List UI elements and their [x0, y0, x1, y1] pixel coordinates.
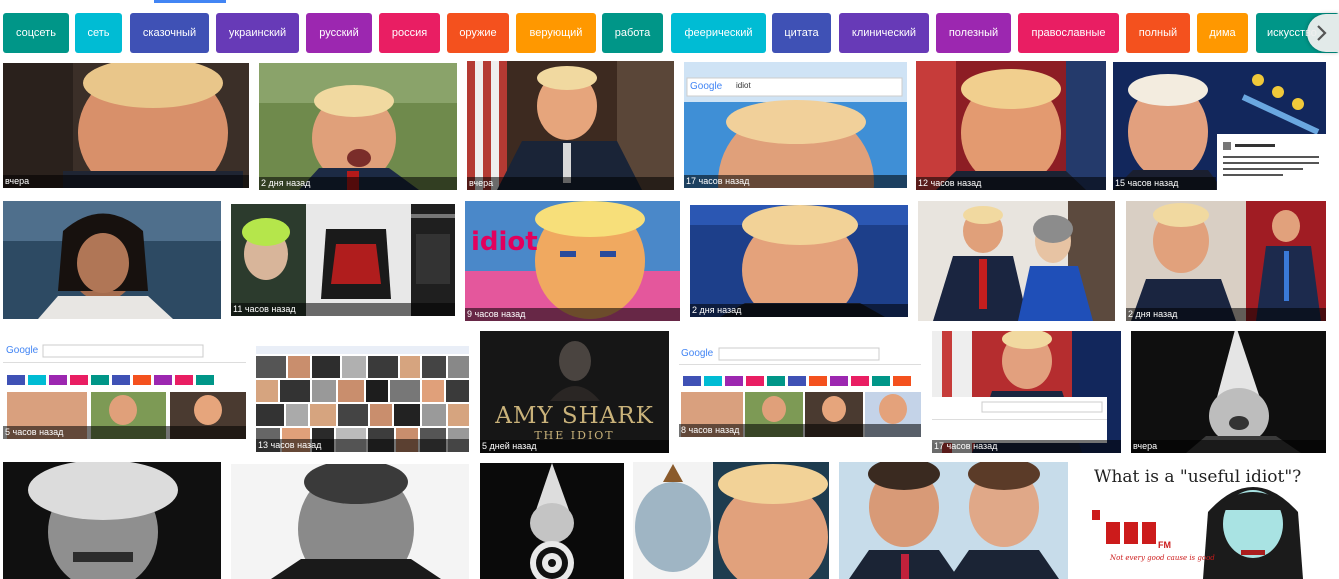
portrait-pair-thumbnail	[918, 201, 1115, 321]
image-result[interactable]	[3, 201, 221, 319]
image-result[interactable]: 12 часов назад	[916, 61, 1106, 190]
image-timestamp: 2 дня назад	[1126, 308, 1326, 321]
chip-oruzhie[interactable]: оружие	[447, 13, 509, 53]
chip-pravoslavnye[interactable]: православные	[1018, 13, 1119, 53]
poster-tagline: Not every good cause is good	[1110, 554, 1215, 562]
xray-portrait-thumbnail	[633, 462, 829, 579]
chip-set[interactable]: сеть	[75, 13, 122, 53]
chip-klinichesky[interactable]: клинический	[839, 13, 929, 53]
image-timestamp: 2 дня назад	[259, 177, 457, 190]
chip-socset[interactable]: соцсеть	[3, 13, 69, 53]
chips-next-button[interactable]	[1307, 14, 1339, 52]
portrait-thumbnail	[3, 462, 221, 579]
portrait-thumbnail	[3, 201, 221, 319]
image-result[interactable]	[633, 462, 829, 579]
portrait-thumbnail	[3, 63, 249, 188]
conehead-thumbnail	[480, 463, 624, 579]
image-timestamp: 2 дня назад	[690, 304, 908, 317]
image-result[interactable]: 15 часов назад	[1113, 62, 1326, 190]
image-timestamp: 12 часов назад	[916, 177, 1106, 190]
portrait-with-search-thumbnail	[932, 331, 1121, 453]
pop-art-thumbnail	[465, 201, 680, 321]
image-result[interactable]	[231, 464, 469, 579]
image-result[interactable]: idiot 9 часов назад	[465, 201, 680, 321]
image-result[interactable]: 11 часов назад	[231, 204, 455, 316]
image-timestamp: вчера	[1131, 440, 1326, 453]
google-image-grid-thumbnail	[256, 331, 469, 452]
image-result[interactable]: Google 8 часов назад	[679, 344, 921, 437]
image-timestamp: 17 часов назад	[932, 440, 1121, 453]
google-logo-text: Google	[681, 348, 714, 359]
idiot-word: idiot	[471, 227, 538, 257]
image-result[interactable]: вчера	[467, 61, 674, 190]
image-timestamp: 11 часов назад	[231, 303, 455, 316]
image-result[interactable]: 13 часов назад	[256, 331, 469, 452]
chip-polny[interactable]: полный	[1126, 13, 1190, 53]
image-timestamp: 17 часов назад	[684, 175, 907, 188]
chip-rabota[interactable]: работа	[602, 13, 663, 53]
related-search-chips: соцсеть сеть сказочный украинский русски…	[0, 13, 1339, 53]
image-result[interactable]: вчера	[1131, 331, 1326, 453]
chip-feerichesky[interactable]: феерический	[671, 13, 766, 53]
google-search-thumbnail	[3, 340, 246, 439]
chip-polezny[interactable]: полезный	[936, 13, 1011, 53]
poster-brand: FM	[1158, 540, 1171, 550]
google-logo-text: Google	[6, 345, 39, 356]
image-timestamp: 5 дней назад	[480, 440, 669, 453]
chip-tsitata[interactable]: цитата	[772, 13, 831, 53]
portrait-thumbnail	[467, 61, 674, 190]
image-result[interactable]: 17 часов назад	[932, 331, 1121, 453]
image-result[interactable]: AMY SHARK THE IDIOT 5 дней назад	[480, 331, 669, 453]
image-result[interactable]: 2 дня назад	[259, 63, 457, 190]
image-timestamp: вчера	[467, 177, 674, 190]
conehead-thumbnail	[1131, 331, 1326, 453]
image-result[interactable]: 2 дня назад	[690, 205, 908, 317]
image-timestamp: вчера	[3, 175, 249, 188]
image-timestamp: 8 часов назад	[679, 424, 921, 437]
image-result[interactable]: What is a "useful idiot"? FM Not every g…	[1078, 462, 1339, 579]
album-title: AMY SHARK	[495, 403, 654, 429]
image-result[interactable]: Google 5 часов назад	[3, 340, 246, 439]
image-timestamp: 9 часов назад	[465, 308, 680, 321]
image-timestamp: 13 часов назад	[256, 439, 469, 452]
chip-skazochny[interactable]: сказочный	[130, 13, 209, 53]
image-timestamp: 5 часов назад	[3, 426, 246, 439]
image-result[interactable]	[918, 201, 1115, 321]
portrait-thumbnail	[259, 63, 457, 190]
portrait-with-tweet-thumbnail	[1113, 62, 1326, 190]
image-result[interactable]	[480, 463, 624, 579]
chip-dima[interactable]: дима	[1197, 13, 1248, 53]
portrait-thumbnail	[690, 205, 908, 317]
chip-veruyushchy[interactable]: верующий	[516, 13, 596, 53]
video-thumbnail	[231, 204, 455, 316]
search-query-text: idiot	[736, 81, 751, 90]
chip-russky[interactable]: русский	[306, 13, 372, 53]
image-result[interactable]	[3, 462, 221, 579]
chip-rossiya[interactable]: россия	[379, 13, 440, 53]
image-result[interactable]: 2 дня назад	[1126, 201, 1326, 321]
portrait-thumbnail	[916, 61, 1106, 190]
active-tab-indicator	[154, 0, 226, 3]
google-logo-text: Google	[690, 81, 723, 92]
portrait-pair-thumbnail	[839, 462, 1068, 579]
portrait-thumbnail	[231, 464, 469, 579]
chip-ukrainsky[interactable]: украинский	[216, 13, 299, 53]
chevron-right-icon	[1317, 25, 1327, 41]
portrait-pair-thumbnail	[1126, 201, 1326, 321]
image-timestamp: 15 часов назад	[1113, 177, 1216, 190]
poster-headline: What is a "useful idiot"?	[1094, 467, 1302, 487]
image-result[interactable]: Google idiot 17 часов назад	[684, 62, 907, 188]
image-result[interactable]	[839, 462, 1068, 579]
image-result[interactable]: вчера	[3, 63, 249, 188]
